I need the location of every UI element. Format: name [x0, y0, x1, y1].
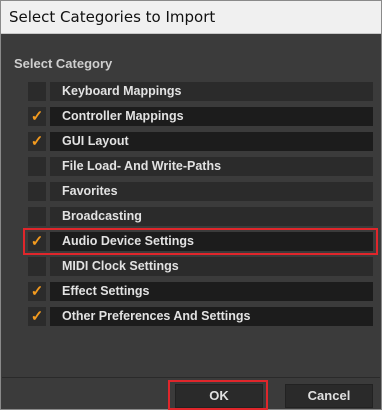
- category-label[interactable]: Keyboard Mappings: [50, 82, 373, 101]
- category-row-file-paths[interactable]: File Load- And Write-Paths: [28, 157, 373, 176]
- category-row-controller-mappings[interactable]: ✓ Controller Mappings: [28, 107, 373, 126]
- cancel-button[interactable]: Cancel: [285, 384, 373, 408]
- checkbox[interactable]: [28, 82, 46, 101]
- checkmark-icon[interactable]: ✓: [28, 132, 46, 151]
- checkmark-icon[interactable]: ✓: [28, 307, 46, 326]
- category-label[interactable]: Controller Mappings: [50, 107, 373, 126]
- checkbox[interactable]: [28, 207, 46, 226]
- category-row-gui-layout[interactable]: ✓ GUI Layout: [28, 132, 373, 151]
- category-label[interactable]: Broadcasting: [50, 207, 373, 226]
- ok-button[interactable]: OK: [175, 384, 263, 408]
- section-heading: Select Category: [14, 56, 113, 71]
- title-bar: Select Categories to Import: [1, 1, 381, 34]
- category-list: Keyboard Mappings ✓ Controller Mappings …: [23, 82, 378, 332]
- dialog-content: Select Category Keyboard Mappings ✓ Cont…: [2, 34, 380, 410]
- button-bar: OK Cancel: [2, 377, 380, 410]
- checkmark-icon[interactable]: ✓: [28, 107, 46, 126]
- category-row-effect-settings[interactable]: ✓ Effect Settings: [28, 282, 373, 301]
- category-label[interactable]: File Load- And Write-Paths: [50, 157, 373, 176]
- category-label[interactable]: GUI Layout: [50, 132, 373, 151]
- category-row-midi-clock-settings[interactable]: MIDI Clock Settings: [28, 257, 373, 276]
- category-label[interactable]: Effect Settings: [50, 282, 373, 301]
- category-row-favorites[interactable]: Favorites: [28, 182, 373, 201]
- checkmark-icon[interactable]: ✓: [28, 282, 46, 301]
- category-label[interactable]: MIDI Clock Settings: [50, 257, 373, 276]
- category-row-other-preferences[interactable]: ✓ Other Preferences And Settings: [28, 307, 373, 326]
- checkmark-icon[interactable]: ✓: [28, 232, 46, 251]
- checkbox[interactable]: [28, 157, 46, 176]
- import-dialog: Select Categories to Import Select Categ…: [0, 0, 382, 410]
- checkbox[interactable]: [28, 257, 46, 276]
- category-label[interactable]: Other Preferences And Settings: [50, 307, 373, 326]
- category-row-audio-device-settings[interactable]: ✓ Audio Device Settings: [23, 228, 378, 255]
- category-label[interactable]: Favorites: [50, 182, 373, 201]
- checkbox[interactable]: [28, 182, 46, 201]
- category-row-keyboard-mappings[interactable]: Keyboard Mappings: [28, 82, 373, 101]
- category-row-broadcasting[interactable]: Broadcasting: [28, 207, 373, 226]
- dialog-title: Select Categories to Import: [9, 8, 216, 26]
- category-label[interactable]: Audio Device Settings: [50, 232, 373, 251]
